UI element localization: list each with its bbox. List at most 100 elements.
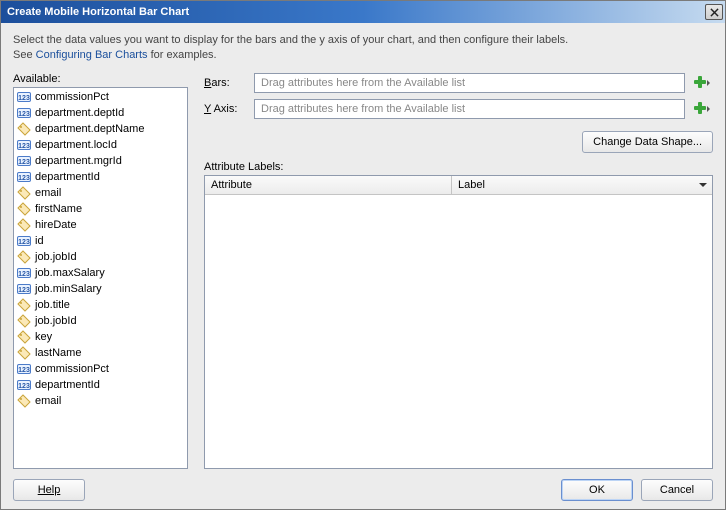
svg-text:123: 123: [18, 271, 30, 278]
list-item[interactable]: 123 departmentId: [15, 169, 186, 185]
list-item[interactable]: job.jobId: [15, 313, 186, 329]
bars-drop-target[interactable]: Drag attributes here from the Available …: [254, 73, 685, 93]
number-type-icon: 123: [17, 378, 31, 392]
list-item-label: departmentId: [35, 171, 100, 183]
window-title: Create Mobile Horizontal Bar Chart: [7, 6, 705, 18]
list-item-label: department.deptName: [35, 123, 144, 135]
list-item[interactable]: 123 department.mgrId: [15, 153, 186, 169]
list-item[interactable]: 123 department.deptId: [15, 105, 186, 121]
column-header-label-text: Label: [458, 179, 485, 191]
ok-button[interactable]: OK: [561, 479, 633, 501]
column-header-attribute[interactable]: Attribute: [205, 176, 452, 194]
list-item[interactable]: department.deptName: [15, 121, 186, 137]
svg-text:123: 123: [18, 367, 30, 374]
bars-label: Bars:: [204, 77, 248, 89]
tag-type-icon: [17, 122, 31, 136]
list-item[interactable]: 123 department.locId: [15, 137, 186, 153]
list-item-label: department.locId: [35, 139, 117, 151]
list-item-label: department.mgrId: [35, 155, 122, 167]
help-button[interactable]: Help: [13, 479, 85, 501]
svg-text:123: 123: [18, 111, 30, 118]
change-data-shape-button[interactable]: Change Data Shape...: [582, 131, 713, 153]
tag-type-icon: [17, 330, 31, 344]
close-icon: [710, 8, 719, 17]
number-type-icon: 123: [17, 282, 31, 296]
number-type-icon: 123: [17, 106, 31, 120]
grid-header: Attribute Label: [205, 176, 712, 195]
column-header-label[interactable]: Label: [452, 176, 712, 194]
tag-type-icon: [17, 250, 31, 264]
list-item-label: firstName: [35, 203, 82, 215]
list-item-label: job.jobId: [35, 315, 77, 327]
description-line1: Select the data values you want to displ…: [13, 34, 568, 46]
svg-text:123: 123: [18, 287, 30, 294]
number-type-icon: 123: [17, 138, 31, 152]
title-bar: Create Mobile Horizontal Bar Chart: [1, 1, 725, 23]
svg-text:123: 123: [18, 159, 30, 166]
description-text: Select the data values you want to displ…: [13, 33, 713, 63]
list-item-label: id: [35, 235, 44, 247]
tag-type-icon: [17, 218, 31, 232]
list-item-label: hireDate: [35, 219, 77, 231]
chevron-down-icon: [698, 180, 708, 190]
tag-type-icon: [17, 298, 31, 312]
list-item[interactable]: hireDate: [15, 217, 186, 233]
description-line2-suffix: for examples.: [148, 49, 217, 61]
list-item-label: lastName: [35, 347, 81, 359]
list-item[interactable]: firstName: [15, 201, 186, 217]
list-item-label: job.maxSalary: [35, 267, 105, 279]
number-type-icon: 123: [17, 234, 31, 248]
number-type-icon: 123: [17, 266, 31, 280]
svg-text:123: 123: [18, 175, 30, 182]
column-dropdown-button[interactable]: [696, 178, 710, 192]
yaxis-drop-target[interactable]: Drag attributes here from the Available …: [254, 99, 685, 119]
attribute-labels-grid: Attribute Label: [204, 175, 713, 469]
description-line2-prefix: See: [13, 49, 36, 61]
svg-text:123: 123: [18, 383, 30, 390]
list-item[interactable]: email: [15, 393, 186, 409]
yaxis-label: Y Axis:: [204, 103, 248, 115]
attribute-labels-title: Attribute Labels:: [204, 161, 713, 173]
list-item-label: commissionPct: [35, 363, 109, 375]
list-item-label: department.deptId: [35, 107, 124, 119]
svg-text:123: 123: [18, 95, 30, 102]
list-item[interactable]: 123 commissionPct: [15, 89, 186, 105]
tag-type-icon: [17, 314, 31, 328]
available-list[interactable]: 123 commissionPct 123 department.deptId depa…: [13, 87, 188, 469]
plus-icon: [693, 101, 711, 117]
list-item-label: departmentId: [35, 379, 100, 391]
grid-body[interactable]: [205, 195, 712, 468]
number-type-icon: 123: [17, 170, 31, 184]
yaxis-add-button[interactable]: [691, 99, 713, 119]
number-type-icon: 123: [17, 154, 31, 168]
list-item-label: job.title: [35, 299, 70, 311]
configuring-link[interactable]: Configuring Bar Charts: [36, 49, 148, 61]
list-item-label: commissionPct: [35, 91, 109, 103]
list-item-label: key: [35, 331, 52, 343]
available-label: Available:: [13, 73, 188, 85]
svg-text:123: 123: [18, 143, 30, 150]
list-item-label: job.minSalary: [35, 283, 102, 295]
plus-icon: [693, 75, 711, 91]
svg-text:123: 123: [18, 239, 30, 246]
list-item[interactable]: 123 commissionPct: [15, 361, 186, 377]
window-close-button[interactable]: [705, 4, 723, 20]
cancel-button[interactable]: Cancel: [641, 479, 713, 501]
list-item-label: email: [35, 395, 61, 407]
list-item[interactable]: 123 departmentId: [15, 377, 186, 393]
list-item[interactable]: key: [15, 329, 186, 345]
list-item[interactable]: 123 id: [15, 233, 186, 249]
tag-type-icon: [17, 346, 31, 360]
bars-add-button[interactable]: [691, 73, 713, 93]
list-item[interactable]: job.title: [15, 297, 186, 313]
list-item[interactable]: email: [15, 185, 186, 201]
list-item-label: email: [35, 187, 61, 199]
tag-type-icon: [17, 202, 31, 216]
number-type-icon: 123: [17, 90, 31, 104]
list-item[interactable]: job.jobId: [15, 249, 186, 265]
list-item[interactable]: lastName: [15, 345, 186, 361]
number-type-icon: 123: [17, 362, 31, 376]
list-item[interactable]: 123 job.maxSalary: [15, 265, 186, 281]
tag-type-icon: [17, 394, 31, 408]
list-item[interactable]: 123 job.minSalary: [15, 281, 186, 297]
